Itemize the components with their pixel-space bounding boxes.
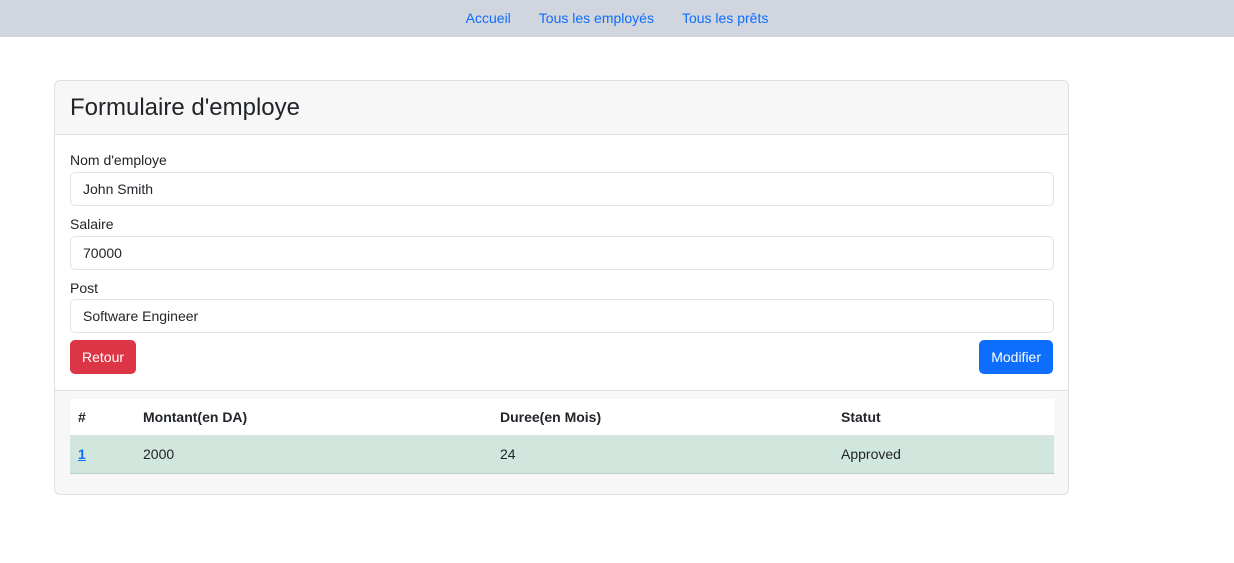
table-header-row: # Montant(en DA) Duree(en Mois) Statut <box>70 399 1054 436</box>
post-input[interactable] <box>70 299 1054 333</box>
post-label: Post <box>70 280 99 296</box>
loan-id-link[interactable]: 1 <box>78 446 86 462</box>
name-input[interactable] <box>70 172 1054 206</box>
employee-form-card: Formulaire d'employe Nom d'employe Salai… <box>54 80 1069 495</box>
loan-id-cell: 1 <box>70 435 135 474</box>
salary-label: Salaire <box>70 216 114 232</box>
column-header-id: # <box>70 399 135 436</box>
nav-link-all-loans[interactable]: Tous les prêts <box>682 0 768 37</box>
salary-input[interactable] <box>70 236 1054 270</box>
top-navbar: Accueil Tous les employés Tous les prêts <box>0 0 1234 37</box>
loans-table: # Montant(en DA) Duree(en Mois) Statut 1… <box>70 399 1054 474</box>
loan-amount-cell: 2000 <box>135 435 492 474</box>
loans-table-container: # Montant(en DA) Duree(en Mois) Statut 1… <box>70 399 1054 474</box>
column-header-amount: Montant(en DA) <box>135 399 492 436</box>
nav-link-home[interactable]: Accueil <box>466 0 511 37</box>
loan-status-cell: Approved <box>833 435 1054 474</box>
page-title: Formulaire d'employe <box>70 93 301 121</box>
edit-button[interactable]: Modifier <box>979 340 1053 374</box>
nav-link-all-employees[interactable]: Tous les employés <box>539 0 654 37</box>
table-row: 1 2000 24 Approved <box>70 435 1054 474</box>
card-header: Formulaire d'employe <box>55 81 1068 135</box>
name-label: Nom d'employe <box>70 152 167 168</box>
column-header-duration: Duree(en Mois) <box>492 399 833 436</box>
loan-duration-cell: 24 <box>492 435 833 474</box>
employee-form: Nom d'employe Salaire Post Retour Modifi… <box>55 135 1068 391</box>
column-header-status: Statut <box>833 399 1054 436</box>
back-button[interactable]: Retour <box>70 340 137 374</box>
